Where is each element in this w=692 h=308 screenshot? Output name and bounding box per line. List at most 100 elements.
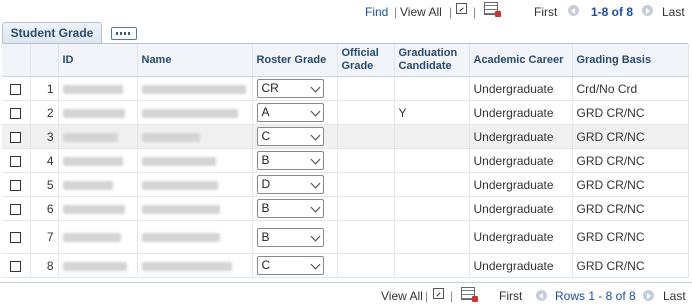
row-number-header — [30, 44, 59, 77]
roster-grade-select[interactable]: B — [256, 199, 324, 218]
official-grade-cell — [337, 148, 395, 173]
previous-row-icon[interactable] — [568, 5, 579, 16]
official-grade-column-header[interactable]: Official Grade — [337, 44, 395, 77]
academic-career-cell: Undergraduate — [469, 100, 573, 125]
zoom-grid-icon[interactable] — [456, 3, 467, 14]
table-row: 4 B Undergraduate GRD CR/NC — [2, 148, 689, 173]
roster-grade-cell: B — [252, 196, 338, 221]
row-select-cell — [2, 124, 31, 149]
roster-grade-select[interactable]: C — [256, 127, 324, 146]
row-select-cell — [2, 220, 31, 254]
row-range: 1-8 of 8 — [591, 5, 634, 19]
graduation-candidate-cell — [394, 172, 470, 197]
row-select-checkbox[interactable] — [10, 83, 22, 95]
grading-basis-column-header[interactable]: Grading Basis — [572, 44, 689, 77]
row-select-cell — [2, 253, 31, 278]
roster-grade-value: C — [261, 258, 271, 272]
graduation-candidate-cell: Y — [394, 100, 470, 125]
row-select-checkbox[interactable] — [10, 232, 22, 244]
roster-grade-cell: A — [252, 100, 338, 125]
row-number: 1 — [30, 76, 59, 101]
student-id-redacted — [58, 172, 138, 197]
student-name-redacted — [137, 196, 253, 221]
row-select-cell — [2, 100, 31, 125]
previous-row-icon[interactable] — [536, 290, 547, 301]
official-grade-cell — [337, 172, 395, 197]
official-grade-cell — [337, 253, 395, 278]
row-number: 4 — [30, 148, 59, 173]
row-select-checkbox[interactable] — [10, 260, 22, 272]
roster-grade-cell: D — [252, 172, 338, 197]
chevron-down-icon — [310, 106, 320, 117]
roster-grade-value: D — [261, 177, 271, 191]
download-excel-icon[interactable] — [484, 2, 501, 17]
roster-grade-select[interactable]: A — [256, 103, 324, 122]
roster-grade-cell: C — [252, 253, 338, 278]
row-select-cell — [2, 76, 31, 101]
roster-grade-value: C — [261, 129, 271, 143]
academic-career-column-header[interactable]: Academic Career — [469, 44, 573, 77]
chevron-down-icon — [310, 202, 320, 213]
official-grade-cell — [337, 220, 395, 254]
grading-basis-cell: GRD CR/NC — [572, 124, 689, 149]
official-grade-cell — [337, 76, 395, 101]
toolbar-separator: | — [449, 5, 453, 19]
graduation-candidate-cell — [394, 253, 470, 278]
roster-grade-select[interactable]: C — [256, 256, 324, 275]
roster-grade-cell: C — [252, 124, 338, 149]
student-name-redacted — [137, 100, 253, 125]
grading-basis-cell: GRD CR/NC — [572, 220, 689, 254]
student-name-redacted — [137, 148, 253, 173]
student-id-redacted — [58, 76, 138, 101]
row-number: 6 — [30, 196, 59, 221]
row-select-checkbox[interactable] — [10, 155, 22, 167]
chevron-down-icon — [310, 178, 320, 189]
academic-career-cell: Undergraduate — [469, 76, 573, 101]
zoom-grid-icon[interactable] — [433, 288, 444, 299]
grid-top-toolbar: Find | View All | | First 1-8 of 8 Last — [0, 0, 692, 24]
grading-basis-cell: GRD CR/NC — [572, 100, 689, 125]
graduation-candidate-column-header[interactable]: Graduation Candidate — [394, 44, 470, 77]
id-column-header[interactable]: ID — [58, 44, 138, 77]
table-row: 6 B Undergraduate GRD CR/NC — [2, 196, 689, 221]
academic-career-cell: Undergraduate — [469, 148, 573, 173]
find-link[interactable]: Find — [365, 5, 388, 19]
next-row-icon[interactable] — [642, 5, 653, 16]
row-number: 7 — [30, 220, 59, 254]
roster-grade-select[interactable]: B — [256, 227, 324, 247]
roster-grade-column-header[interactable]: Roster Grade — [252, 44, 338, 77]
grading-basis-cell: GRD CR/NC — [572, 172, 689, 197]
row-select-checkbox[interactable] — [10, 179, 22, 191]
tab-student-grade[interactable]: Student Grade — [2, 22, 102, 44]
download-excel-icon[interactable] — [461, 287, 478, 302]
row-select-checkbox[interactable] — [10, 107, 22, 119]
academic-career-cell: Undergraduate — [469, 196, 573, 221]
view-all-link[interactable]: View All — [381, 289, 423, 303]
row-select-cell — [2, 196, 31, 221]
row-number: 2 — [30, 100, 59, 125]
roster-grade-value: CR — [261, 81, 279, 95]
select-column-header — [2, 44, 31, 77]
name-column-header[interactable]: Name — [137, 44, 253, 77]
student-id-redacted — [58, 253, 138, 278]
roster-grade-value: B — [261, 153, 270, 167]
academic-career-cell: Undergraduate — [469, 172, 573, 197]
official-grade-cell — [337, 100, 395, 125]
grading-basis-cell: GRD CR/NC — [572, 196, 689, 221]
row-select-checkbox[interactable] — [10, 203, 22, 215]
roster-grade-select[interactable]: CR — [256, 79, 324, 98]
toolbar-separator: | — [425, 289, 429, 303]
next-row-icon[interactable] — [643, 290, 654, 301]
row-number: 3 — [30, 124, 59, 149]
roster-grade-cell: B — [252, 148, 338, 173]
view-all-link[interactable]: View All — [400, 5, 442, 19]
student-id-redacted — [58, 124, 138, 149]
official-grade-cell — [337, 124, 395, 149]
show-all-columns-icon[interactable] — [111, 27, 137, 40]
roster-grade-select[interactable]: B — [256, 151, 324, 170]
student-id-redacted — [58, 148, 138, 173]
row-select-checkbox[interactable] — [10, 131, 22, 143]
grading-basis-cell: GRD CR/NC — [572, 148, 689, 173]
last-label: Last — [662, 5, 685, 19]
roster-grade-select[interactable]: D — [256, 175, 324, 194]
